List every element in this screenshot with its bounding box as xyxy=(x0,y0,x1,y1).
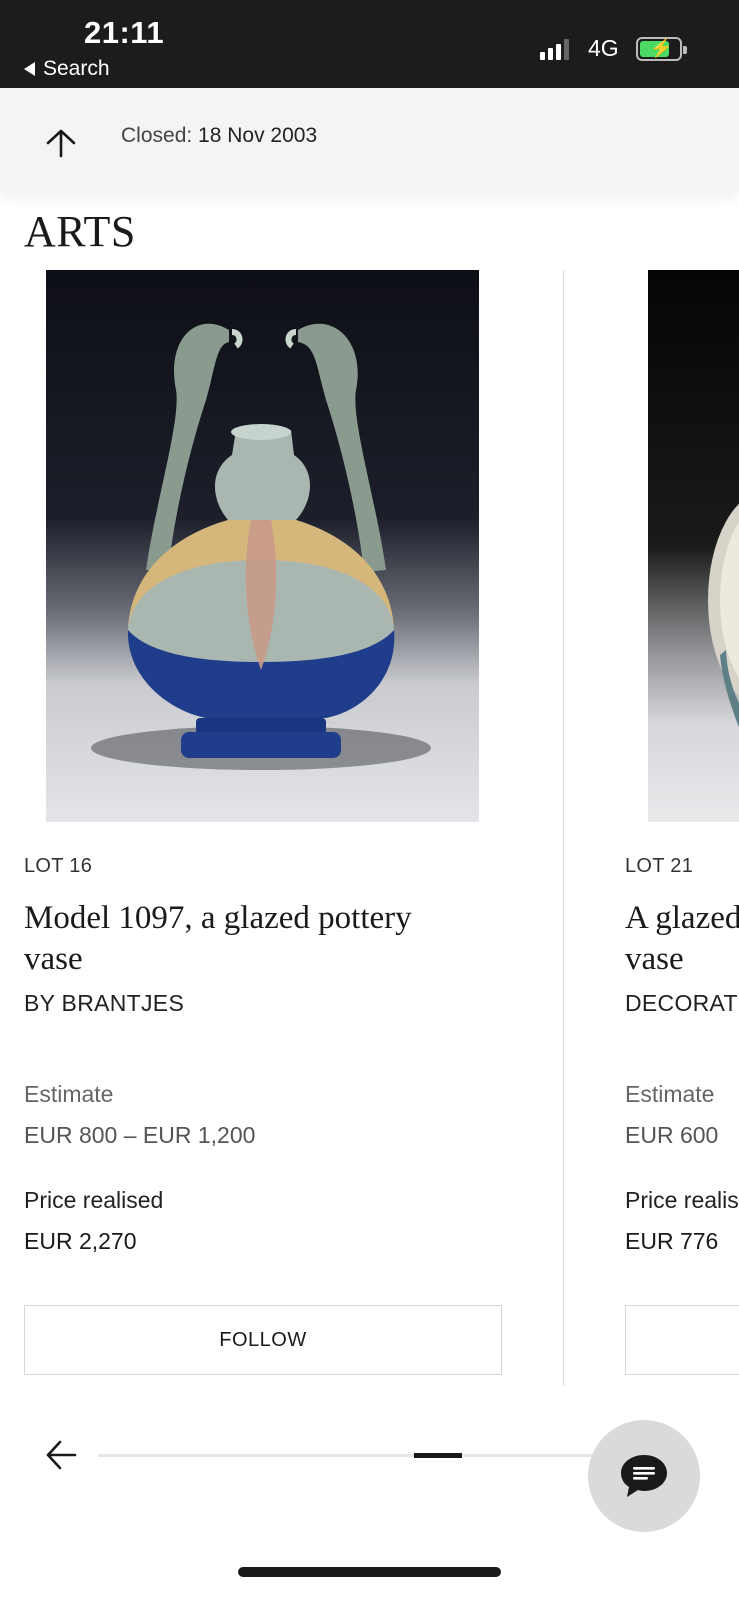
price-realised-value: EUR 776 xyxy=(625,1228,719,1254)
charging-bolt-icon: ⚡ xyxy=(650,38,673,58)
follow-button[interactable]: FOLLOW xyxy=(24,1305,502,1375)
section-title: ARTS xyxy=(24,207,136,256)
arrow-up-icon[interactable] xyxy=(44,128,78,158)
lot-maker: BY BRANTJES xyxy=(24,990,185,1016)
lot-image[interactable] xyxy=(648,270,739,822)
auction-header: Closed: 18 Nov 2003 xyxy=(0,88,739,192)
price-realised-value: EUR 2,270 xyxy=(24,1228,137,1254)
carousel-progress-thumb[interactable] xyxy=(414,1453,462,1458)
status-bar: 21:11 Search 4G ⚡ xyxy=(0,0,739,88)
lot-card[interactable]: LOT 16 Model 1097, a glazed pottery vase… xyxy=(24,270,502,1375)
lot-title[interactable]: A glazed vase xyxy=(625,898,739,980)
lot-title-line: vase xyxy=(625,941,684,977)
chat-button[interactable] xyxy=(588,1420,700,1532)
network-type: 4G xyxy=(588,35,619,61)
estimate-label: Estimate xyxy=(625,1081,715,1107)
lot-image[interactable] xyxy=(46,270,479,822)
vase-photo xyxy=(91,323,431,770)
status-time: 21:11 xyxy=(84,15,165,50)
back-triangle-icon xyxy=(24,62,35,76)
lot-number: LOT 16 xyxy=(24,855,93,877)
signal-strength-icon xyxy=(540,38,569,60)
auction-closed-status: Closed: 18 Nov 2003 xyxy=(121,124,317,148)
estimate-value: EUR 800 – EUR 1,200 xyxy=(24,1122,256,1148)
price-realised-label: Price realised xyxy=(24,1187,164,1213)
battery-icon: ⚡ xyxy=(636,37,687,61)
carousel-navigation xyxy=(0,1420,739,1540)
lot-title-line: A glazed xyxy=(625,900,739,936)
closed-label: Closed: xyxy=(121,124,193,147)
back-to-search-label: Search xyxy=(43,57,110,80)
price-realised-label: Price realis xyxy=(625,1187,739,1213)
lot-card[interactable]: LOT 21 A glazed vase DECORAT Estimate EU… xyxy=(625,270,739,1375)
lot-title-line: vase xyxy=(24,941,83,977)
carousel-progress[interactable] xyxy=(98,1453,598,1458)
estimate-value: EUR 600 xyxy=(625,1122,719,1148)
back-to-search-link[interactable]: Search xyxy=(24,57,110,81)
lot-maker: DECORAT xyxy=(625,990,738,1016)
chat-bubble-icon xyxy=(621,1455,667,1497)
estimate-label: Estimate xyxy=(24,1081,114,1107)
lot-title[interactable]: Model 1097, a glazed pottery vase xyxy=(24,898,502,980)
lot-title-line: Model 1097, a glazed pottery xyxy=(24,900,412,936)
closed-date: 18 Nov 2003 xyxy=(198,124,318,147)
follow-button[interactable] xyxy=(625,1305,739,1375)
card-divider xyxy=(563,270,564,1386)
arrow-left-icon[interactable] xyxy=(44,1438,78,1472)
home-indicator xyxy=(238,1567,501,1577)
lot-number: LOT 21 xyxy=(625,855,694,877)
vase-photo xyxy=(708,503,739,728)
